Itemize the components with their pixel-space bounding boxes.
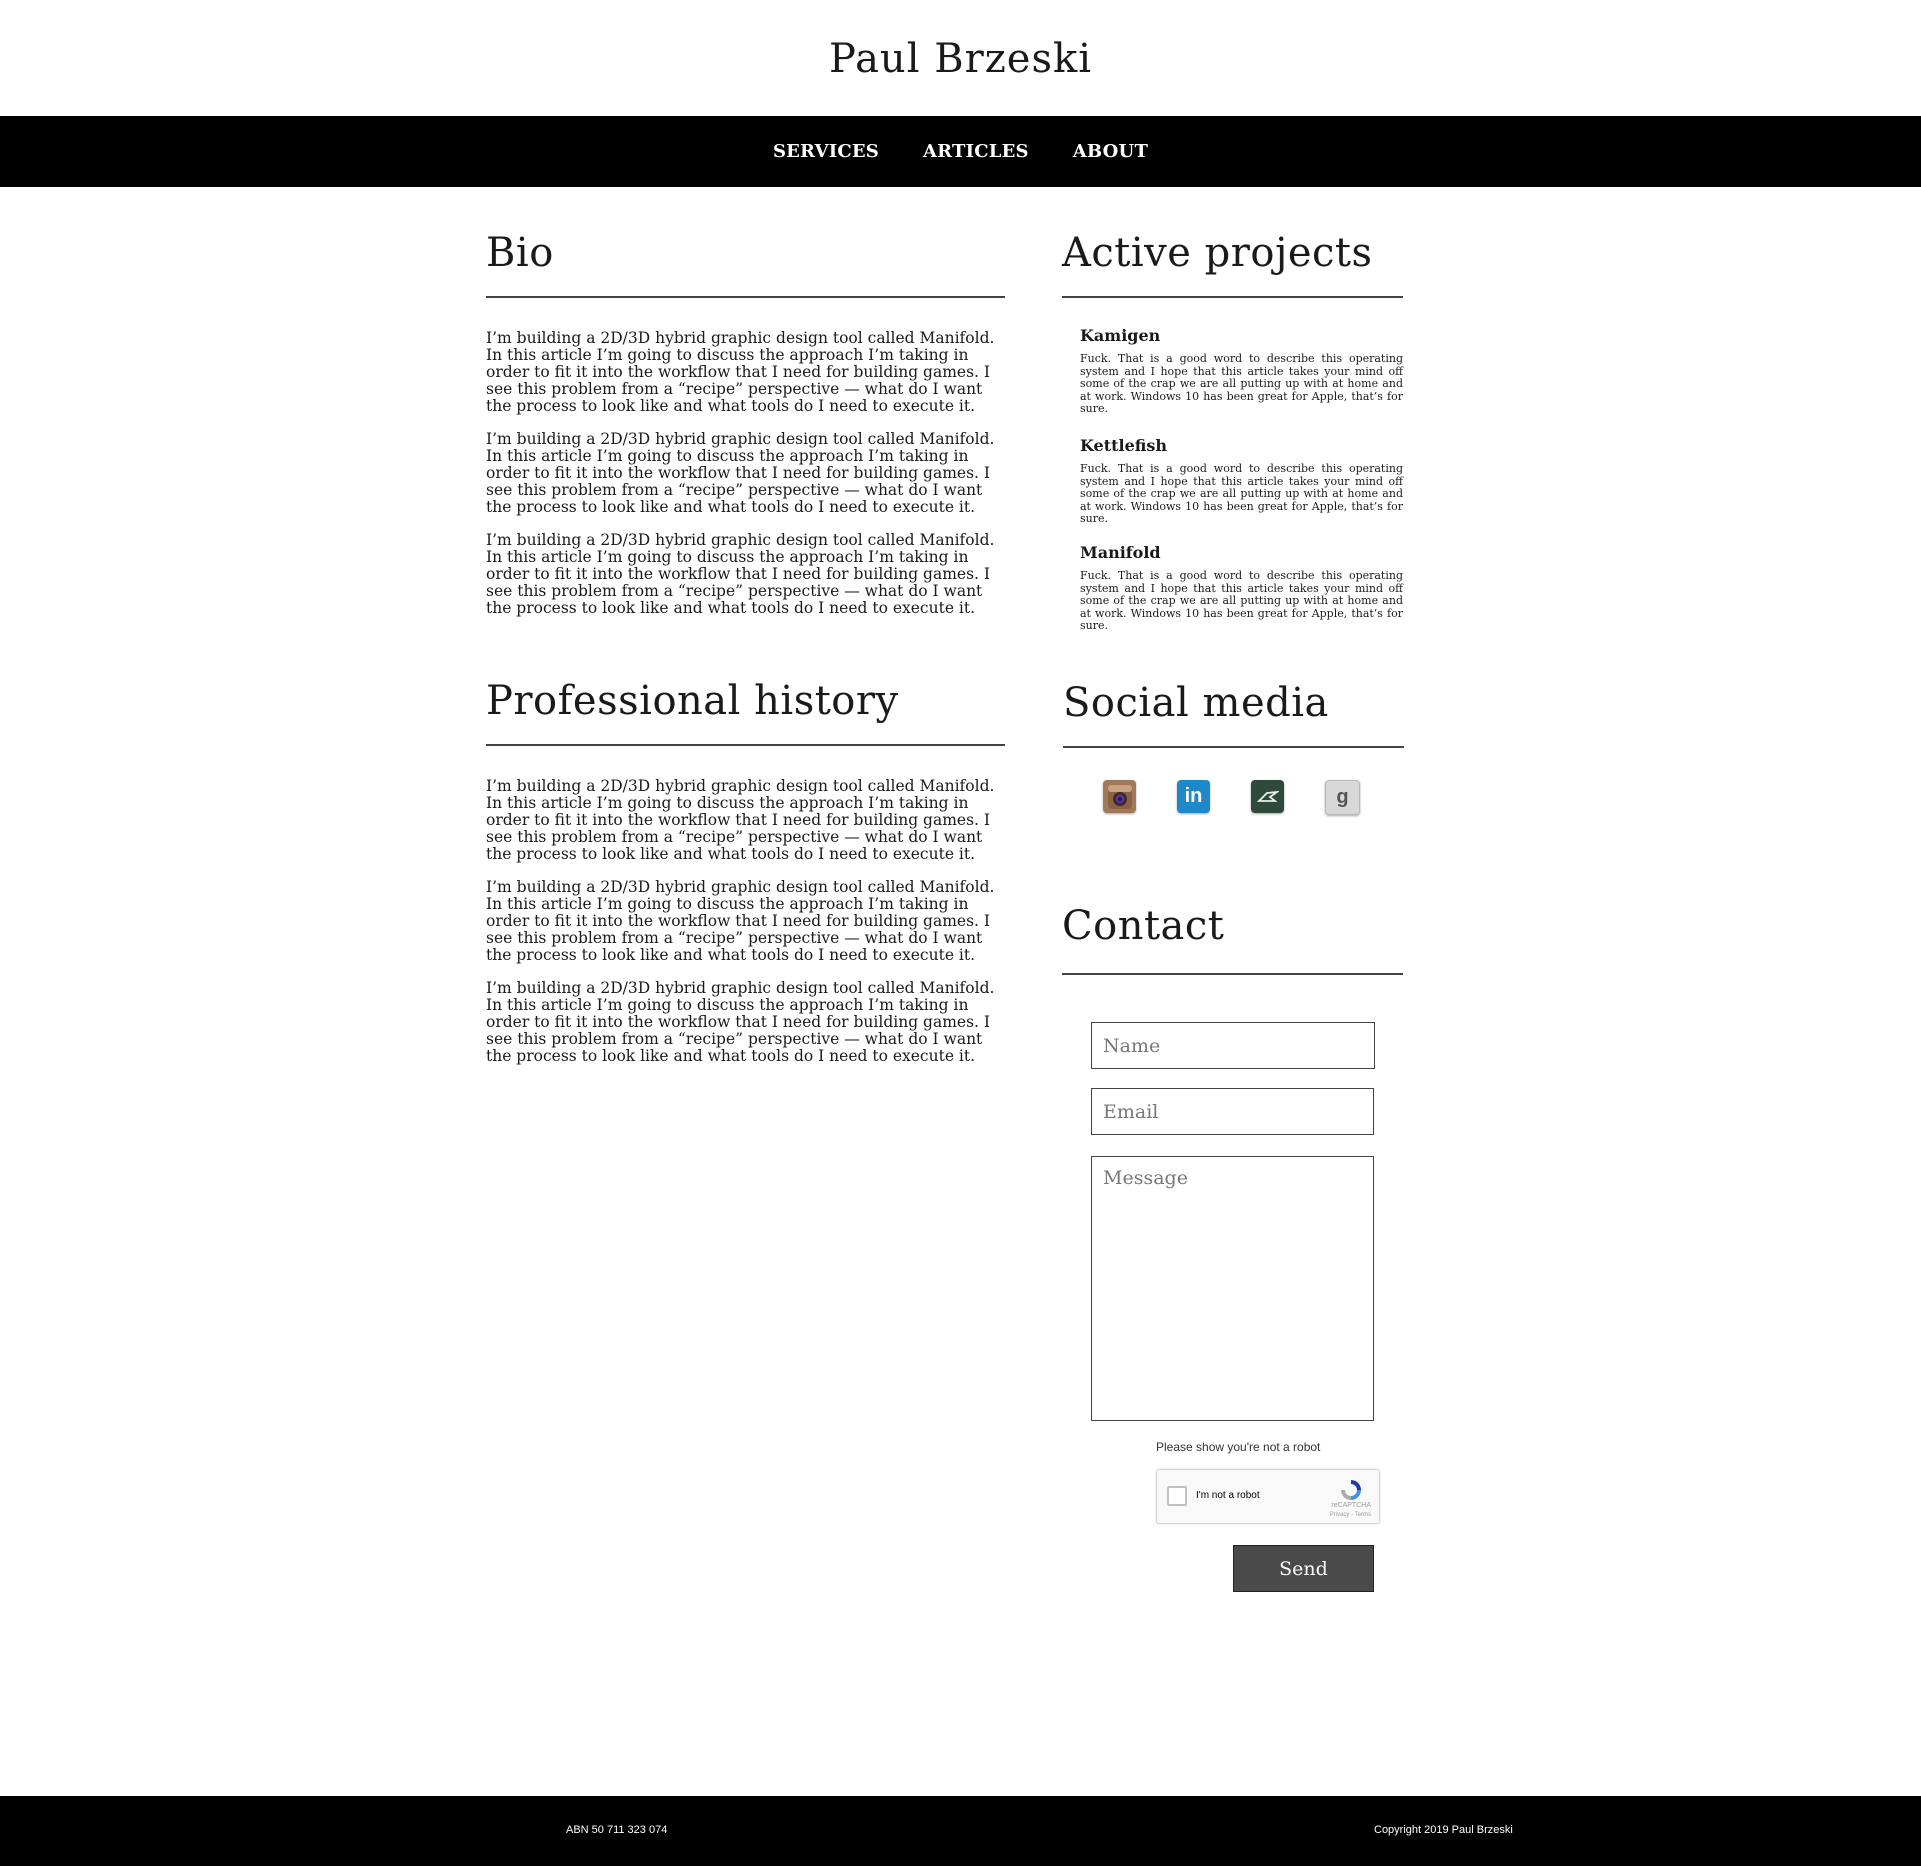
history-paragraph: I’m building a 2D/3D hybrid graphic desi… xyxy=(486,777,995,863)
bio-paragraph: I’m building a 2D/3D hybrid graphic desi… xyxy=(486,531,995,617)
email-field[interactable] xyxy=(1091,1088,1374,1135)
bio-paragraph: I’m building a 2D/3D hybrid graphic desi… xyxy=(486,430,995,516)
project-name: Manifold xyxy=(1080,543,1161,562)
project-name: Kettlefish xyxy=(1080,436,1168,455)
captcha-brand: reCAPTCHA xyxy=(1331,1502,1371,1509)
bio-text: I’m building a 2D/3D hybrid graphic desi… xyxy=(486,330,1006,633)
recaptcha-widget: I'm not a robot reCAPTCHA Privacy - Term… xyxy=(1156,1469,1380,1524)
project-item: Kamigen Fuck. That is a good word to des… xyxy=(1080,326,1403,416)
goodreads-icon[interactable]: g xyxy=(1325,780,1360,815)
recaptcha-logo-icon xyxy=(1341,1480,1361,1500)
footer-copyright: Copyright 2019 Paul Brzeski xyxy=(1374,1824,1513,1836)
message-field[interactable] xyxy=(1091,1156,1374,1421)
contact-heading: Contact xyxy=(1062,903,1225,949)
footer-abn: ABN 50 711 323 074 xyxy=(566,1824,668,1836)
project-description: Fuck. That is a good word to describe th… xyxy=(1080,462,1403,525)
history-paragraph: I’m building a 2D/3D hybrid graphic desi… xyxy=(486,878,995,964)
history-text: I’m building a 2D/3D hybrid graphic desi… xyxy=(486,778,1006,1081)
project-description: Fuck. That is a good word to describe th… xyxy=(1080,352,1403,415)
captcha-checkbox[interactable] xyxy=(1167,1486,1187,1506)
name-field[interactable] xyxy=(1091,1022,1375,1069)
captcha-privacy-terms[interactable]: Privacy - Terms xyxy=(1330,1512,1371,1518)
bio-divider xyxy=(486,296,1005,298)
nav-services[interactable]: SERVICES xyxy=(773,141,879,162)
nav-articles[interactable]: ARTICLES xyxy=(923,141,1029,162)
site-title: Paul Brzeski xyxy=(828,36,1093,82)
history-heading: Professional history xyxy=(486,678,899,724)
main-nav: SERVICES ARTICLES ABOUT xyxy=(0,116,1921,187)
bio-heading: Bio xyxy=(486,230,554,276)
history-paragraph: I’m building a 2D/3D hybrid graphic desi… xyxy=(486,979,995,1065)
social-heading: Social media xyxy=(1063,680,1329,726)
captcha-label: I'm not a robot xyxy=(1196,1490,1260,1501)
footer: ABN 50 711 323 074 Copyright 2019 Paul B… xyxy=(0,1796,1921,1866)
deviantart-icon[interactable] xyxy=(1251,780,1284,813)
projects-heading: Active projects xyxy=(1062,230,1373,276)
history-divider xyxy=(486,744,1005,746)
social-links: in g xyxy=(1103,780,1360,815)
instagram-icon[interactable] xyxy=(1103,780,1136,813)
send-button[interactable]: Send xyxy=(1233,1545,1374,1592)
projects-divider xyxy=(1062,296,1403,298)
contact-divider xyxy=(1062,973,1403,975)
captcha-note: Please show you're not a robot xyxy=(1156,1440,1321,1454)
linkedin-icon[interactable]: in xyxy=(1177,780,1210,813)
social-divider xyxy=(1063,746,1404,748)
nav-about[interactable]: ABOUT xyxy=(1073,141,1148,162)
project-description: Fuck. That is a good word to describe th… xyxy=(1080,569,1403,632)
project-item: Kettlefish Fuck. That is a good word to … xyxy=(1080,436,1403,526)
bio-paragraph: I’m building a 2D/3D hybrid graphic desi… xyxy=(486,329,995,415)
project-name: Kamigen xyxy=(1080,326,1161,345)
project-item: Manifold Fuck. That is a good word to de… xyxy=(1080,543,1403,633)
